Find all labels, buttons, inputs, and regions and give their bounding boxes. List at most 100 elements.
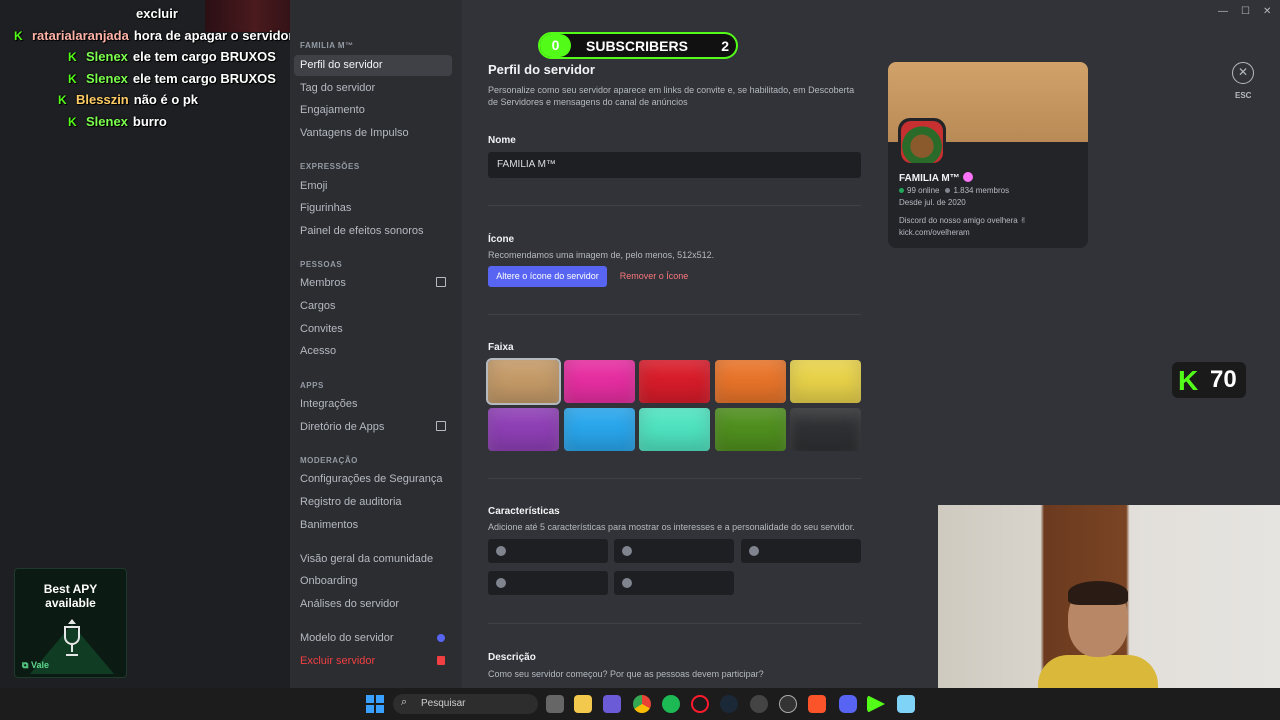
sidebar-item-delete-server[interactable]: Excluir servidor (294, 651, 452, 672)
sidebar-item-integrations[interactable]: Integrações (294, 394, 452, 415)
close-icon[interactable]: ✕ (1232, 62, 1254, 84)
steam-icon[interactable] (720, 695, 738, 713)
trophy-icon (64, 619, 80, 656)
sidebar-item-server-tag[interactable]: Tag do servidor (294, 78, 452, 99)
maximize-icon[interactable]: ☐ (1241, 6, 1250, 17)
chat-line: K Blesszin não é o pk (58, 92, 199, 107)
server-avatar-image (901, 121, 943, 163)
windows-start-icon[interactable] (366, 695, 384, 713)
file-explorer-icon[interactable] (574, 695, 592, 713)
ad-banner[interactable]: Best APY available ⧉ Vale (14, 568, 127, 678)
banner-color-swatch[interactable] (486, 358, 561, 405)
online-count: 99 online (907, 186, 940, 195)
banner-color-swatch[interactable] (790, 360, 861, 403)
change-icon-button[interactable]: Altere o ícone do servidor (488, 266, 607, 287)
trait-input[interactable] (488, 539, 608, 563)
preview-name-text: FAMILIA M™ (899, 173, 960, 184)
kick-logo-icon: K (1178, 365, 1199, 396)
opera-icon[interactable] (691, 695, 709, 713)
sidebar-item-members[interactable]: Membros (294, 273, 452, 294)
sidebar-item-label: Membros (300, 277, 346, 289)
taskbar-search[interactable]: ⌕ Pesquisar (393, 694, 538, 714)
sidebar-item-safety-settings[interactable]: Configurações de Segurança (294, 469, 452, 490)
page-subtitle: Personalize como seu servidor aparece em… (488, 84, 854, 108)
server-name-input[interactable]: FAMILIA M™ (488, 152, 861, 178)
sidebar-item-server-insights[interactable]: Análises do servidor (294, 594, 452, 615)
minimize-icon[interactable]: — (1218, 6, 1228, 17)
window-close-icon[interactable]: ✕ (1263, 6, 1271, 17)
online-dot (899, 188, 904, 193)
banner-color-swatch[interactable] (715, 408, 786, 451)
sidebar-item-label: Excluir servidor (300, 655, 376, 667)
sidebar-item-audit-log[interactable]: Registro de auditoria (294, 492, 452, 513)
divider (488, 478, 861, 479)
brave-icon[interactable] (808, 695, 826, 713)
banner-color-swatch[interactable] (790, 408, 861, 451)
sidebar-item-invites[interactable]: Convites (294, 319, 452, 340)
kick-badge-icon: K (68, 50, 77, 64)
emoji-icon (622, 578, 632, 588)
banner-color-swatch[interactable] (639, 408, 710, 451)
chat-line: K Slenex ele tem cargo BRUXOS (68, 71, 276, 86)
app-icon[interactable] (779, 695, 797, 713)
kick-badge-icon: K (68, 115, 77, 129)
discord-icon[interactable] (839, 695, 857, 713)
streamer-hair (1068, 581, 1128, 605)
banner-color-swatch[interactable] (564, 360, 635, 403)
external-link-icon (436, 277, 446, 287)
sidebar-item-label: Modelo do servidor (300, 632, 394, 644)
trait-input[interactable] (741, 539, 861, 563)
sidebar-item-server-profile[interactable]: Perfil do servidor (294, 55, 452, 76)
chrome-icon[interactable] (633, 695, 651, 713)
task-view-icon[interactable] (546, 695, 564, 713)
banner-label: Faixa (488, 342, 514, 353)
sidebar-item-soundboard[interactable]: Painel de efeitos sonoros (294, 221, 452, 242)
divider (488, 623, 861, 624)
sidebar-item-server-template[interactable]: Modelo do servidor (294, 628, 452, 649)
banner-color-swatch[interactable] (488, 408, 559, 451)
kick-badge-icon: K (68, 72, 77, 86)
spotify-icon[interactable] (662, 695, 680, 713)
sidebar-item-stickers[interactable]: Figurinhas (294, 198, 452, 219)
preview-description: Discord do nosso amigo ovelhera ✌ kick.co… (899, 215, 1027, 239)
banner-color-swatch[interactable] (639, 360, 710, 403)
sidebar-item-bans[interactable]: Banimentos (294, 515, 452, 536)
preview-description-line: Discord do nosso amigo ovelhera ✌ (899, 216, 1027, 225)
close-hint: ESC (1235, 91, 1252, 100)
server-avatar (898, 118, 946, 166)
sidebar-item-onboarding[interactable]: Onboarding (294, 571, 452, 592)
notepad-icon[interactable] (897, 695, 915, 713)
sidebar-item-engagement[interactable]: Engajamento (294, 100, 452, 121)
new-indicator-dot (437, 634, 445, 642)
kick-badge-icon: K (58, 93, 67, 107)
trash-icon (437, 656, 445, 665)
sidebar-item-community-overview[interactable]: Visão geral da comunidade (294, 549, 452, 570)
sidebar-section-moderation: MODERAÇÃO (300, 456, 358, 465)
page-subtitle-line: Personalize como seu servidor aparece em… (488, 85, 855, 95)
apps-grid-icon[interactable] (603, 695, 621, 713)
screen: excluir Kratarialaranjada hora de apagar … (0, 0, 1280, 720)
banner-color-swatch[interactable] (715, 360, 786, 403)
icon-label: Ícone (488, 234, 515, 245)
banner-color-swatch[interactable] (564, 408, 635, 451)
emoji-icon (496, 546, 506, 556)
boost-icon (962, 172, 973, 182)
trait-input[interactable] (614, 539, 734, 563)
divider (488, 314, 861, 315)
sidebar-item-emoji[interactable]: Emoji (294, 176, 452, 197)
sidebar-item-access[interactable]: Acesso (294, 341, 452, 362)
ad-brand: ⧉ Vale (22, 660, 49, 670)
remove-icon-button[interactable]: Remover o Ícone (614, 266, 694, 287)
trait-input[interactable] (488, 571, 608, 595)
sidebar-server-name: FAMILIA M™ (300, 41, 354, 50)
sidebar-item-boost-perks[interactable]: Vantagens de Impulso (294, 123, 452, 144)
page-title: Perfil do servidor (488, 62, 595, 77)
icon-hint: Recomendamos uma imagem de, pelo menos, … (488, 250, 715, 260)
sidebar-item-label: Diretório de Apps (300, 421, 385, 433)
sidebar-item-roles[interactable]: Cargos (294, 296, 452, 317)
kick-viewer-badge: K 70 (1172, 362, 1246, 398)
trait-input[interactable] (614, 571, 734, 595)
preview-since: Desde jul. de 2020 (899, 198, 966, 207)
app-icon[interactable] (750, 695, 768, 713)
sidebar-item-app-directory[interactable]: Diretório de Apps (294, 417, 452, 438)
